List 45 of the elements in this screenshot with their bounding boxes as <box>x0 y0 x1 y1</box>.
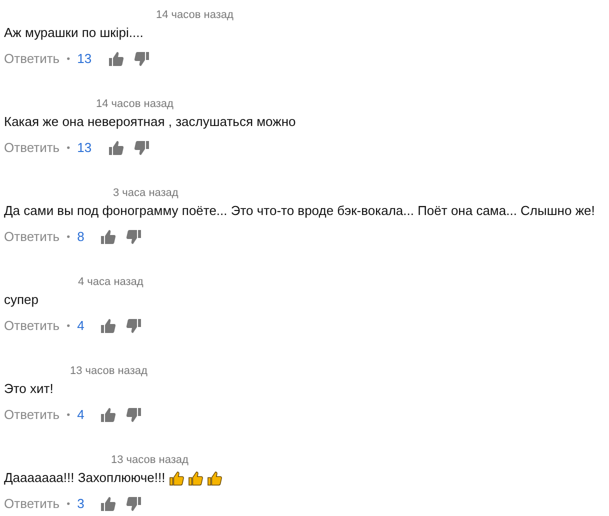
like-icon[interactable] <box>100 496 116 512</box>
dislike-icon[interactable] <box>126 496 142 512</box>
comment-text: Это хит! <box>4 381 54 397</box>
reply-link[interactable]: Ответить <box>4 318 60 334</box>
like-count: 3 <box>77 496 84 512</box>
comment-text: Какая же она невероятная , заслушаться можно <box>4 114 296 130</box>
reply-link[interactable]: Ответить <box>4 496 60 512</box>
like-count: 13 <box>77 140 92 156</box>
like-icon[interactable] <box>108 51 124 67</box>
comment-text: Да сами вы под фонограмму поёте... Это что-то вроде бэк-вокала... Поёт она сама... Слышно же! <box>4 203 595 219</box>
separator-dot: • <box>66 52 70 66</box>
like-count: 4 <box>77 318 84 334</box>
thumbs-up-emoji-icon <box>207 470 222 486</box>
like-icon[interactable] <box>100 407 116 423</box>
like-count: 8 <box>77 229 84 245</box>
comment-text: супер <box>4 292 38 308</box>
reply-link[interactable]: Ответить <box>4 140 60 156</box>
like-icon[interactable] <box>100 229 116 245</box>
separator-dot: • <box>66 142 70 156</box>
comment-time: 14 часов назад <box>96 97 174 111</box>
dislike-icon[interactable] <box>126 229 142 245</box>
comment-time: 3 часа назад <box>113 186 178 200</box>
reply-link[interactable]: Ответить <box>4 229 60 245</box>
reply-link[interactable]: Ответить <box>4 407 60 423</box>
thumbs-up-emoji-icon <box>188 470 204 486</box>
comment-time: 13 часов назад <box>70 364 148 378</box>
like-count: 4 <box>77 407 84 423</box>
dislike-icon[interactable] <box>126 407 142 423</box>
reply-link[interactable]: Ответить <box>4 51 60 67</box>
separator-dot: • <box>66 230 70 244</box>
comment-time: 13 часов назад <box>111 453 188 467</box>
comment-time: 14 часов назад <box>156 8 234 22</box>
separator-dot: • <box>66 408 70 422</box>
dislike-icon[interactable] <box>126 318 142 334</box>
separator-dot: • <box>66 498 70 512</box>
like-icon[interactable] <box>108 140 124 156</box>
dislike-icon[interactable] <box>134 51 150 67</box>
like-icon[interactable] <box>100 318 116 334</box>
comment-text: Дааааааа!!! Захоплююче!!! <box>4 470 166 486</box>
separator-dot: • <box>66 320 70 334</box>
thumbs-up-emoji-icon <box>169 470 184 486</box>
comment-text: Аж мурашки по шкірі.... <box>4 25 144 41</box>
like-count: 13 <box>77 51 92 67</box>
comment-time: 4 часа назад <box>78 275 144 289</box>
dislike-icon[interactable] <box>134 140 150 156</box>
